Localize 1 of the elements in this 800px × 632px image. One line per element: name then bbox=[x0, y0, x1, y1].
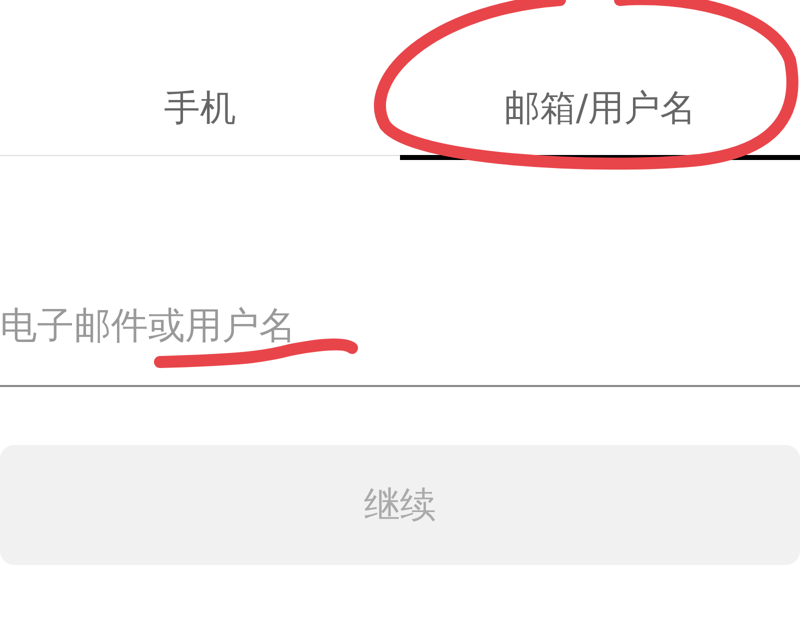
account-field[interactable]: 电子邮件或用户名 bbox=[0, 304, 800, 385]
